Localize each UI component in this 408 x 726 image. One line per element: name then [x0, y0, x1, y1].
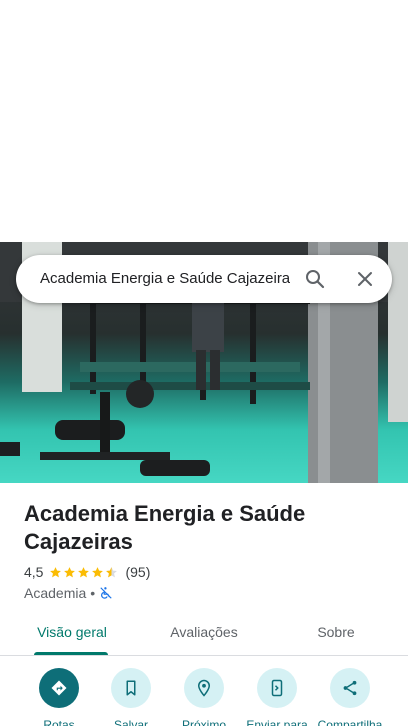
send-to-phone-label: Enviar para	[246, 718, 308, 726]
search-input[interactable]: Academia Energia e Saúde Cajazeiras	[40, 269, 290, 289]
send-to-phone-button[interactable]: Enviar para	[237, 668, 317, 726]
action-buttons: Rotas Salvar Próximo Enviar para Compart…	[0, 668, 408, 726]
nearby-button[interactable]: Próximo	[164, 668, 244, 726]
place-title: Academia Energia e Saúde Cajazeiras	[24, 501, 306, 554]
rating-value: 4,5	[24, 564, 44, 580]
share-button[interactable]: Compartilha	[310, 668, 390, 726]
bookmark-icon	[126, 680, 136, 696]
star-icon	[92, 566, 104, 577]
rating-row[interactable]: 4,5 (95)	[24, 563, 150, 581]
tab-about[interactable]: Sobre	[284, 612, 388, 656]
star-icon	[64, 566, 76, 577]
nearby-icon	[197, 679, 211, 697]
directions-icon	[51, 680, 67, 696]
no-wheelchair-access-icon	[100, 587, 112, 599]
send-to-phone-icon	[271, 679, 283, 697]
place-tabs: Visão geral Avaliações Sobre	[0, 612, 408, 656]
star-icon	[78, 566, 90, 577]
map-area[interactable]	[0, 0, 408, 242]
active-tab-indicator	[34, 652, 108, 655]
tab-overview[interactable]: Visão geral	[20, 612, 124, 656]
separator: •	[90, 585, 96, 601]
share-label: Compartilha	[317, 718, 383, 726]
close-icon[interactable]	[353, 267, 377, 291]
reviews-count[interactable]: (95)	[125, 564, 150, 580]
star-rating	[49, 566, 119, 579]
save-button[interactable]: Salvar	[91, 668, 171, 726]
tab-reviews[interactable]: Avaliações	[152, 612, 256, 656]
half-star-icon	[106, 566, 118, 577]
category-row: Academia •	[24, 584, 113, 602]
star-icon	[50, 566, 62, 577]
category-label: Academia	[24, 585, 87, 601]
share-icon	[343, 680, 357, 696]
save-label: Salvar	[113, 718, 148, 726]
search-bar[interactable]: Academia Energia e Saúde Cajazeiras	[16, 255, 392, 303]
search-icon[interactable]	[303, 267, 327, 291]
nearby-label: Próximo	[181, 718, 226, 726]
directions-button[interactable]: Rotas	[19, 668, 99, 726]
directions-label: Rotas	[43, 718, 75, 726]
